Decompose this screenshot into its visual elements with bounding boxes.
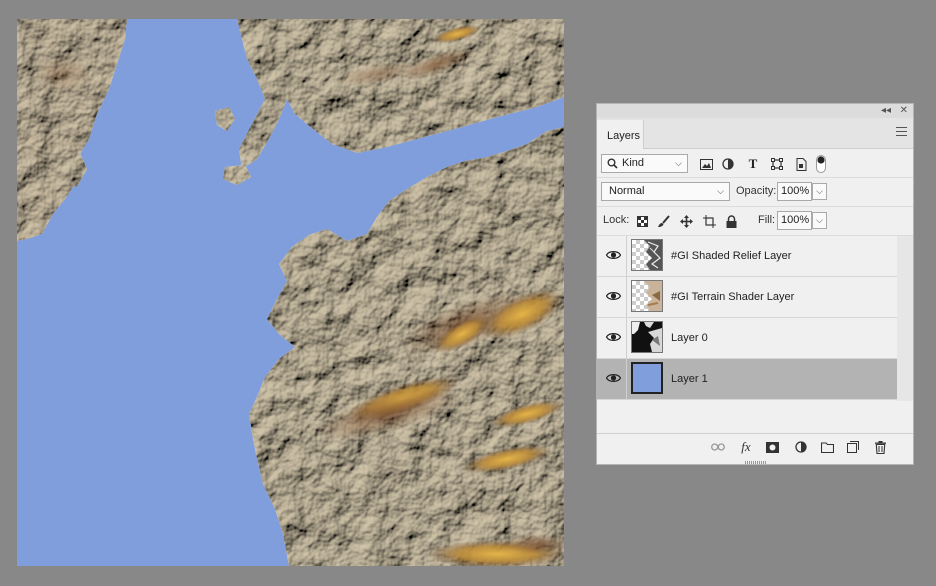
filter-toggle-icon[interactable]	[816, 155, 826, 173]
mask-icon[interactable]	[765, 440, 779, 454]
layer-thumbnail	[631, 280, 663, 312]
layer-row-layer-0[interactable]: Layer 0	[597, 318, 899, 359]
opacity-label: Opacity:	[736, 185, 777, 197]
terrain-map	[17, 19, 564, 566]
fill-input[interactable]: 100%	[777, 211, 812, 230]
eye-icon[interactable]	[606, 372, 621, 384]
layer-name: Layer 1	[671, 373, 708, 385]
new-layer-icon[interactable]	[846, 440, 860, 454]
lock-label: Lock:	[603, 214, 630, 226]
panel-tab-row: Layers	[597, 118, 913, 149]
layer-list-scrollbar[interactable]	[897, 236, 913, 401]
layer-thumbnail	[631, 239, 663, 271]
panel-footer: fx	[597, 433, 913, 460]
lock-pixels-brush-icon[interactable]	[656, 214, 670, 228]
fill-dropdown-icon[interactable]: ⌵	[812, 212, 827, 229]
eye-icon[interactable]	[606, 249, 621, 261]
lock-transparent-icon[interactable]	[635, 214, 649, 228]
panel-menu-icon[interactable]	[896, 127, 907, 136]
layer-name: #GI Terrain Shader Layer	[671, 291, 795, 303]
opacity-value: 100%	[781, 185, 810, 197]
tab-layers[interactable]: Layers	[597, 120, 644, 149]
chevron-down-icon: ⌵	[717, 186, 724, 196]
fill-value: 100%	[781, 214, 810, 226]
search-icon	[607, 158, 618, 169]
close-icon[interactable]: ✕	[900, 105, 908, 117]
opacity-input[interactable]: 100%	[777, 182, 812, 201]
folder-icon[interactable]	[820, 440, 834, 454]
filter-kind-value: Kind	[622, 157, 645, 169]
lock-row: Lock: Fill: 100% ⌵	[597, 207, 913, 236]
layer-row-layer-1[interactable]: Layer 1	[597, 359, 899, 400]
type-filter-icon[interactable]: T	[746, 156, 760, 171]
link-icon[interactable]	[711, 440, 725, 454]
adjustment-icon[interactable]	[794, 440, 808, 454]
layers-panel: ◂◂ ✕ Layers Kind ⌵ T Normal ⌵ Opacity: 1…	[596, 103, 914, 465]
layer-name: Layer 0	[671, 332, 708, 344]
layer-row-shaded-relief[interactable]: #GI Shaded Relief Layer	[597, 236, 899, 277]
layer-thumbnail	[631, 362, 663, 394]
image-filter-icon[interactable]	[699, 157, 713, 171]
blend-mode-value: Normal	[609, 185, 645, 197]
lock-all-icon[interactable]	[724, 214, 738, 228]
blend-row: Normal ⌵ Opacity: 100% ⌵	[597, 178, 913, 207]
shape-filter-icon[interactable]	[770, 157, 784, 171]
layer-name: #GI Shaded Relief Layer	[671, 250, 792, 262]
blend-mode-select[interactable]: Normal ⌵	[601, 182, 730, 201]
trash-icon[interactable]	[873, 440, 887, 454]
adjustment-filter-icon[interactable]	[721, 157, 735, 171]
panel-resize-grip[interactable]	[745, 461, 767, 464]
collapse-icon[interactable]: ◂◂	[881, 105, 891, 117]
eye-icon[interactable]	[606, 331, 621, 343]
opacity-dropdown-icon[interactable]: ⌵	[812, 183, 827, 200]
filter-kind-select[interactable]: Kind ⌵	[601, 154, 688, 173]
layer-row-terrain-shader[interactable]: #GI Terrain Shader Layer	[597, 277, 899, 318]
layer-list: #GI Shaded Relief Layer #GI Terrain Shad…	[597, 236, 899, 400]
layer-thumbnail	[631, 321, 663, 353]
panel-titlebar[interactable]: ◂◂ ✕	[597, 104, 913, 118]
document-canvas[interactable]	[17, 19, 564, 566]
eye-icon[interactable]	[606, 290, 621, 302]
lock-artboard-icon[interactable]	[702, 214, 716, 228]
chevron-down-icon: ⌵	[675, 158, 682, 168]
smart-object-filter-icon[interactable]	[794, 157, 808, 171]
fill-label: Fill:	[758, 214, 776, 226]
filter-row: Kind ⌵ T	[597, 149, 913, 178]
fx-icon[interactable]: fx	[739, 439, 753, 454]
lock-position-move-icon[interactable]	[679, 214, 693, 228]
